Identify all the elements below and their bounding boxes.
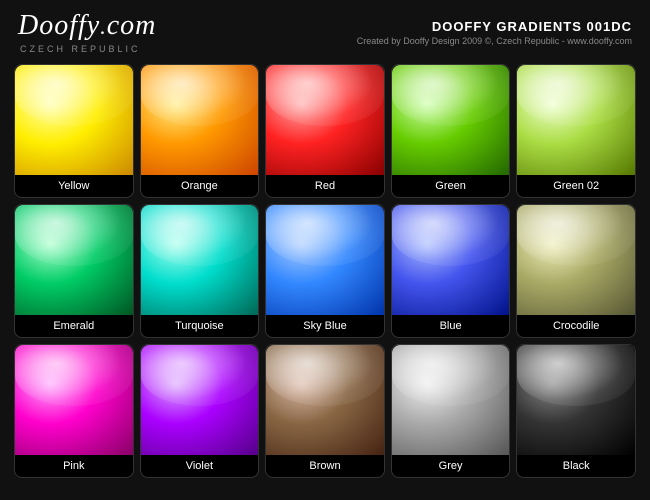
swatch-blue[interactable]: Blue: [391, 204, 511, 338]
swatch-box-pink: [15, 345, 133, 455]
swatch-box-turquoise: [141, 205, 259, 315]
swatch-box-skyblue: [266, 205, 384, 315]
swatch-red[interactable]: Red: [265, 64, 385, 198]
swatch-brown[interactable]: Brown: [265, 344, 385, 478]
swatch-skyblue[interactable]: Sky Blue: [265, 204, 385, 338]
swatch-box-black: [517, 345, 635, 455]
swatch-label-green02: Green 02: [517, 175, 635, 197]
swatch-label-skyblue: Sky Blue: [266, 315, 384, 337]
swatch-box-yellow: [15, 65, 133, 175]
swatch-box-crocodile: [517, 205, 635, 315]
swatch-yellow[interactable]: Yellow: [14, 64, 134, 198]
header: Dooffy.com czech republic DOOFFY GRADIEN…: [0, 0, 650, 60]
logo: Dooffy.com: [18, 10, 156, 42]
logo-subtitle: czech republic: [18, 44, 156, 54]
page-subtitle: Created by Dooffy Design 2009 ©, Czech R…: [357, 36, 632, 46]
swatch-pink[interactable]: Pink: [14, 344, 134, 478]
swatch-box-grey: [392, 345, 510, 455]
swatch-green[interactable]: Green: [391, 64, 511, 198]
swatch-black[interactable]: Black: [516, 344, 636, 478]
logo-area: Dooffy.com czech republic: [18, 10, 156, 54]
swatch-label-violet: Violet: [141, 455, 259, 477]
swatch-box-green: [392, 65, 510, 175]
swatch-box-violet: [141, 345, 259, 455]
swatch-label-yellow: Yellow: [15, 175, 133, 197]
swatch-box-green02: [517, 65, 635, 175]
swatch-label-crocodile: Crocodile: [517, 315, 635, 337]
swatch-label-blue: Blue: [392, 315, 510, 337]
swatch-box-orange: [141, 65, 259, 175]
swatch-label-emerald: Emerald: [15, 315, 133, 337]
swatches-grid: Yellow Orange Red Green Green 02 Emerald Turqu…: [0, 60, 650, 484]
swatch-label-green: Green: [392, 175, 510, 197]
page-title: DOOFFY GRADIENTS 001DC: [357, 19, 632, 34]
swatch-green02[interactable]: Green 02: [516, 64, 636, 198]
swatch-label-pink: Pink: [15, 455, 133, 477]
swatch-label-turquoise: Turquoise: [141, 315, 259, 337]
swatch-violet[interactable]: Violet: [140, 344, 260, 478]
swatch-label-orange: Orange: [141, 175, 259, 197]
swatch-emerald[interactable]: Emerald: [14, 204, 134, 338]
swatch-box-brown: [266, 345, 384, 455]
swatch-label-black: Black: [517, 455, 635, 477]
swatch-label-red: Red: [266, 175, 384, 197]
title-area: DOOFFY GRADIENTS 001DC Created by Dooffy…: [357, 19, 632, 46]
swatch-turquoise[interactable]: Turquoise: [140, 204, 260, 338]
swatch-orange[interactable]: Orange: [140, 64, 260, 198]
swatch-label-grey: Grey: [392, 455, 510, 477]
swatch-crocodile[interactable]: Crocodile: [516, 204, 636, 338]
swatch-box-red: [266, 65, 384, 175]
swatch-grey[interactable]: Grey: [391, 344, 511, 478]
swatch-box-blue: [392, 205, 510, 315]
swatch-box-emerald: [15, 205, 133, 315]
swatch-label-brown: Brown: [266, 455, 384, 477]
